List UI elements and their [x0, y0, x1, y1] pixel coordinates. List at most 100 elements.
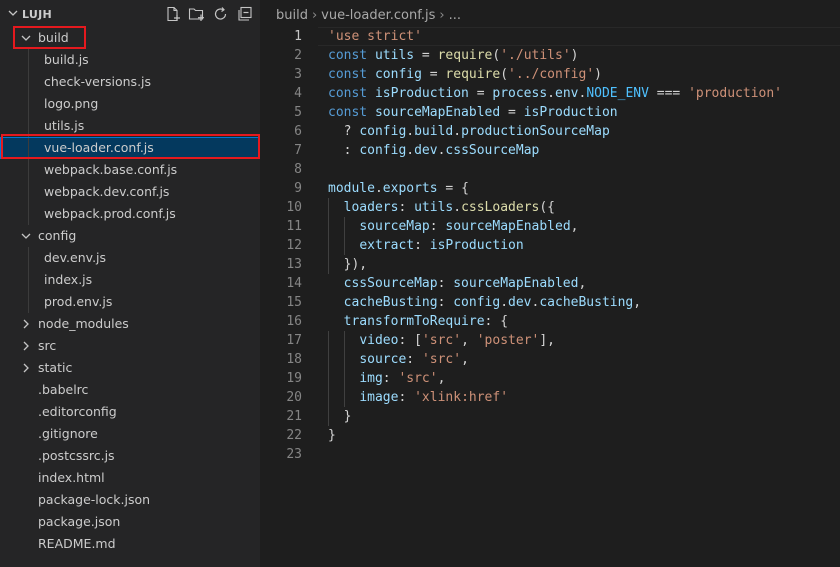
tree-file[interactable]: .gitignore	[0, 423, 260, 445]
line-number: 14	[286, 276, 302, 291]
code-token: 'src'	[421, 333, 462, 348]
breadcrumb-more[interactable]: ...	[449, 8, 461, 23]
code-line[interactable]: 5 const sourceMapEnabled = isProduction	[260, 103, 840, 122]
tree-item-label: .postcssrc.js	[38, 448, 115, 463]
tree-item-label: dev.env.js	[44, 250, 107, 265]
code-line[interactable]: 17 video: ['src', 'poster'],	[260, 331, 840, 350]
tree-folder[interactable]: node_modules	[0, 313, 260, 335]
line-number: 6	[294, 124, 302, 139]
collapse-all-icon[interactable]	[236, 6, 254, 22]
code-line[interactable]: 16 transformToRequire: {	[260, 312, 840, 331]
tree-file[interactable]: README.md	[0, 533, 260, 555]
code-token: dev	[414, 143, 438, 158]
tree-file[interactable]: index.html	[0, 467, 260, 489]
code-token: require	[445, 67, 501, 82]
code-line[interactable]: 1 'use strict'	[260, 27, 840, 46]
chevron-right-icon[interactable]	[20, 318, 32, 330]
code-text: module.exports = {	[328, 179, 469, 198]
code-line[interactable]: 6 ? config.build.productionSourceMap	[260, 122, 840, 141]
explorer-header[interactable]: LUJH	[0, 0, 260, 28]
code-token: :	[398, 200, 415, 215]
line-number: 20	[286, 390, 302, 405]
tree-item-label: .editorconfig	[38, 404, 117, 419]
tree-item-label: package.json	[38, 514, 121, 529]
tree-folder[interactable]: src	[0, 335, 260, 357]
tree-file[interactable]: check-versions.js	[0, 71, 260, 93]
code-token: 'src'	[421, 352, 462, 367]
code-token: require	[437, 48, 493, 63]
code-token: .	[453, 200, 462, 215]
tree-file[interactable]: dev.env.js	[0, 247, 260, 269]
code-line[interactable]: 23	[260, 445, 840, 464]
tree-file[interactable]: webpack.base.conf.js	[0, 159, 260, 181]
tree-file[interactable]: .babelrc	[0, 379, 260, 401]
tree-folder[interactable]: config	[0, 225, 260, 247]
code-token: .	[406, 143, 415, 158]
refresh-icon[interactable]	[212, 6, 230, 22]
tree-file[interactable]: webpack.dev.conf.js	[0, 181, 260, 203]
code-token: exports	[382, 181, 438, 196]
code-token: }),	[328, 257, 368, 272]
code-line[interactable]: 13 }),	[260, 255, 840, 274]
code-token: )	[594, 67, 602, 82]
code-text: loaders: utils.cssLoaders({	[328, 198, 555, 217]
chevron-right-icon[interactable]	[20, 340, 32, 352]
chevron-down-icon[interactable]	[20, 230, 32, 242]
breadcrumb-file[interactable]: vue-loader.conf.js	[321, 8, 435, 23]
code-token: const	[328, 86, 375, 101]
code-line[interactable]: 15 cacheBusting: config.dev.cacheBusting…	[260, 293, 840, 312]
tree-file[interactable]: package-lock.json	[0, 489, 260, 511]
tree-item-label: webpack.dev.conf.js	[44, 184, 170, 199]
tree-file[interactable]: prod.env.js	[0, 291, 260, 313]
code-line[interactable]: 12 extract: isProduction	[260, 236, 840, 255]
code-line[interactable]: 4 const isProduction = process.env.NODE_E…	[260, 84, 840, 103]
code-line[interactable]: 11 sourceMap: sourceMapEnabled,	[260, 217, 840, 236]
code-line[interactable]: 18 source: 'src',	[260, 350, 840, 369]
line-number: 12	[286, 238, 302, 253]
code-text: video: ['src', 'poster'],	[328, 331, 555, 350]
code-line[interactable]: 3 const config = require('../config')	[260, 65, 840, 84]
code-token: =	[500, 105, 524, 120]
code-text: }	[328, 407, 352, 426]
chevron-right-icon[interactable]	[20, 362, 32, 374]
code-line[interactable]: 8	[260, 160, 840, 179]
tree-item-label: logo.png	[44, 96, 99, 111]
editor-pane: build › vue-loader.conf.js ›... 1'use stric…	[260, 0, 840, 567]
code-token: = {	[437, 181, 469, 196]
code-text: transformToRequire: {	[328, 312, 508, 331]
tree-file[interactable]: webpack.prod.conf.js	[0, 203, 260, 225]
code-line[interactable]: 19 img: 'src',	[260, 369, 840, 388]
code-token: extract	[359, 238, 415, 253]
new-file-icon[interactable]	[164, 6, 182, 22]
indent-guide	[28, 291, 29, 313]
tree-file[interactable]: build.js	[0, 49, 260, 71]
code-line[interactable]: 22}	[260, 426, 840, 445]
code-token: config	[453, 295, 501, 310]
code-editor[interactable]: 1'use strict' 2 const utils = require('./u…	[260, 27, 840, 464]
code-token: .	[374, 181, 383, 196]
tree-file[interactable]: index.js	[0, 269, 260, 291]
highlight-box-build-folder	[13, 26, 86, 49]
code-token: 'src'	[398, 371, 438, 386]
code-token: const	[328, 48, 375, 63]
code-line[interactable]: 21 }	[260, 407, 840, 426]
tree-file[interactable]: package.json	[0, 511, 260, 533]
code-line[interactable]: 14 cssSourceMap: sourceMapEnabled,	[260, 274, 840, 293]
breadcrumb-folder[interactable]: build	[276, 8, 308, 23]
tree-folder[interactable]: static	[0, 357, 260, 379]
tree-item-label: .babelrc	[38, 382, 89, 397]
new-folder-icon[interactable]	[188, 6, 206, 22]
tree-file[interactable]: .editorconfig	[0, 401, 260, 423]
code-line[interactable]: 7 : config.dev.cssSourceMap	[260, 141, 840, 160]
code-line[interactable]: 20 image: 'xlink:href'	[260, 388, 840, 407]
tree-file[interactable]: .postcssrc.js	[0, 445, 260, 467]
code-line[interactable]: 10 loaders: utils.cssLoaders({	[260, 198, 840, 217]
code-line[interactable]: 9 module.exports = {	[260, 179, 840, 198]
code-token: }	[328, 409, 352, 424]
code-line[interactable]: 2 const utils = require('./utils')	[260, 46, 840, 65]
chevron-down-icon[interactable]	[7, 7, 19, 19]
code-token: cssLoaders	[461, 200, 540, 215]
tree-file[interactable]: logo.png	[0, 93, 260, 115]
